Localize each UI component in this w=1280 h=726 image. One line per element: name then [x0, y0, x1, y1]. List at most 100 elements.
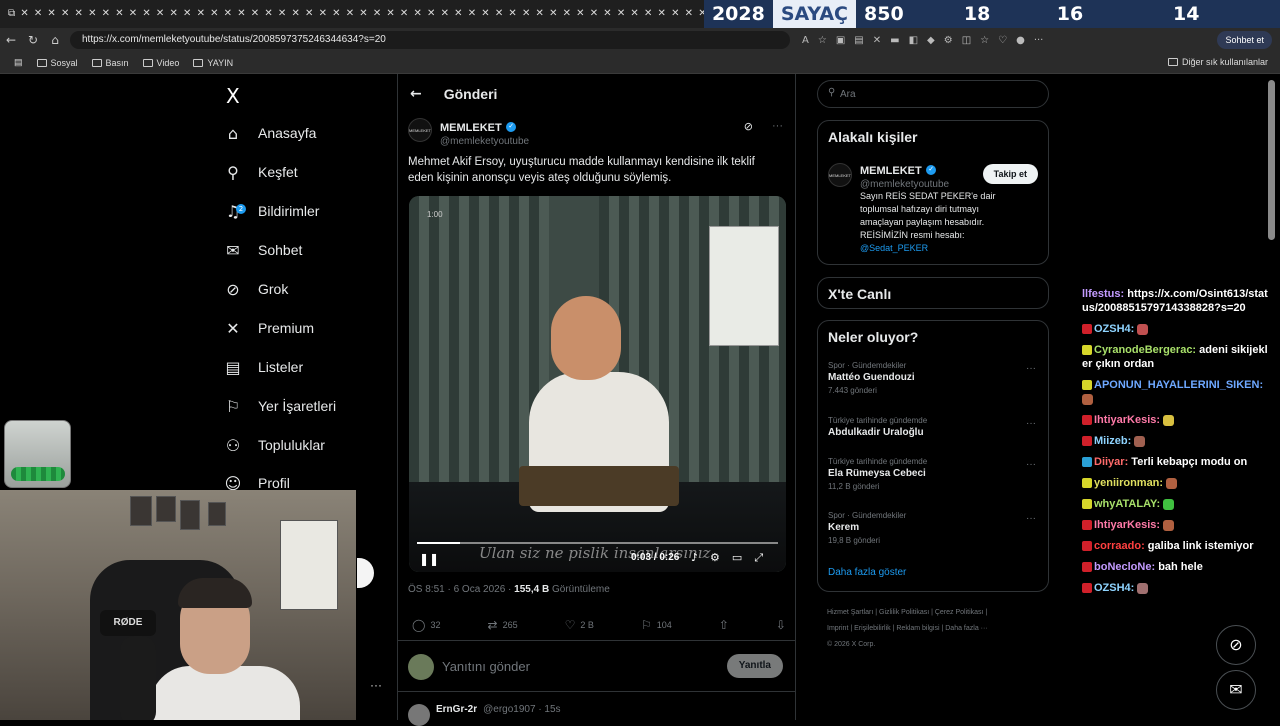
more-options-icon[interactable]: ··· [772, 120, 783, 132]
trend-item[interactable]: Türkiye tarihinde gündemde Abdulkadir Ur… [828, 416, 1038, 438]
reply-input[interactable]: Yanıtını gönder [442, 659, 530, 674]
trend-item[interactable]: Türkiye tarihinde gündemde Ela Rümeysa C… [828, 457, 1038, 491]
tab-icons[interactable]: ⧉ ✕ ✕ ✕ ✕ ✕ ✕ ✕ ✕ ✕ ✕ ✕ ✕ ✕ ✕ ✕ ✕ ✕ ✕ ✕ … [0, 0, 704, 28]
extension-icon[interactable]: ◆ [927, 35, 935, 46]
nav-item-explore[interactable]: ⚲ Keşfet [222, 153, 298, 191]
chat-message: OZSH4: [1082, 322, 1272, 336]
trend-item[interactable]: Spor · Gündemdekiler Mattéo Guendouzi 7.… [828, 361, 1038, 395]
trend-item[interactable]: Spor · Gündemdekiler Kerem 19,8 B gönder… [828, 511, 1038, 545]
home-browser-icon[interactable]: ⌂ [44, 33, 66, 47]
reply-button[interactable]: ◯ 32 [412, 618, 440, 632]
nav-item-chat[interactable]: ✉ Sohbet [222, 231, 302, 269]
refresh-icon[interactable]: ↻ [22, 33, 44, 47]
avatar[interactable] [408, 704, 430, 726]
x-logo-icon[interactable]: X [226, 84, 240, 108]
nav-item-bookmarks[interactable]: ⚐ Yer İşaretleri [222, 387, 336, 425]
x-icon: ✕ [226, 318, 240, 338]
extension-icon[interactable]: ▬ [890, 35, 899, 46]
share-button[interactable]: ⇧ [719, 618, 729, 632]
chat-username: CyranodeBergerac: [1094, 344, 1200, 356]
messages-fab-button[interactable]: ✉ [1216, 670, 1256, 710]
bookmark-folder[interactable]: Video [142, 58, 179, 68]
nav-item-lists[interactable]: ▤ Listeler [222, 348, 303, 386]
volume-icon[interactable]: ♪ [691, 551, 698, 565]
avatar[interactable]: MEMLEKET [828, 163, 852, 187]
other-bookmarks[interactable]: Diğer sık kullanılanlar [1167, 57, 1268, 67]
more-options-icon[interactable]: ··· [1026, 513, 1036, 524]
favorites-icon[interactable]: ☆ [980, 35, 989, 46]
footer-line[interactable]: Imprint | Erişilebilirlik | Reklam bilgi… [827, 621, 1047, 637]
related-handle: @memleketyoutube [860, 179, 950, 190]
author-handle[interactable]: @memleketyoutube [440, 136, 529, 147]
video-player[interactable]: 1:00 Ulan siz ne pislik insanlarsınız ❚❚… [409, 196, 786, 572]
more-options-icon[interactable]: ··· [1026, 459, 1036, 470]
bio-text: Sayın REİS SEDAT PEKER'e dair toplumsal … [860, 191, 996, 240]
reply-author-name[interactable]: ErnGr-2r [436, 704, 477, 726]
more-options-icon[interactable]: ··· [1026, 418, 1036, 429]
menu-icon[interactable]: ··· [1034, 35, 1044, 46]
avatar[interactable]: MEMLEKET [408, 118, 432, 142]
mail-icon: ✉ [226, 240, 240, 260]
pip-icon[interactable]: ▭ [732, 551, 742, 565]
collections-icon[interactable]: ▤ [14, 57, 23, 68]
chat-message: yeniironman: [1082, 476, 1272, 490]
nav-item-home[interactable]: ⌂ Anasayfa [222, 114, 316, 152]
counter-minutes: 16 Dakika [1048, 0, 1166, 53]
nav-item-premium[interactable]: ✕ Premium [222, 309, 314, 347]
back-arrow-icon[interactable]: ← [410, 86, 422, 102]
chat-text: bah hele [1158, 561, 1203, 573]
author-name[interactable]: MEMLEKET [440, 122, 502, 134]
grok-fab-button[interactable]: ⊘ [1216, 625, 1256, 665]
follow-button[interactable]: Takip et [982, 164, 1038, 184]
extension-icon[interactable]: ✕ [873, 35, 881, 46]
favorite-icon[interactable]: ☆ [818, 35, 827, 46]
collections-icon[interactable]: ♡ [998, 35, 1007, 46]
footer-line[interactable]: Hizmet Şartları | Gizlilik Politikası | … [827, 605, 1047, 621]
chat-username: OZSH4: [1094, 323, 1138, 335]
more-options-icon[interactable]: ··· [370, 678, 382, 692]
like-button[interactable]: ♡ 2 B [565, 618, 594, 632]
search-box[interactable]: ⚲ [817, 80, 1049, 108]
page-scrollbar[interactable] [1268, 80, 1275, 240]
more-options-icon[interactable]: ··· [1026, 363, 1036, 374]
extension-icon[interactable]: ▤ [854, 35, 863, 46]
bookmark-folder[interactable]: Sosyal [36, 58, 78, 68]
url-field[interactable]: https://x.com/memleketyoutube/status/200… [70, 31, 790, 49]
read-aloud-icon[interactable]: A [802, 35, 809, 46]
bio-link[interactable]: @Sedat_PEKER [860, 243, 928, 253]
back-icon[interactable]: ← [0, 33, 22, 47]
chat-text: galiba link istemiyor [1147, 540, 1254, 552]
settings-icon[interactable]: ⚙ [710, 551, 720, 565]
split-screen-icon[interactable]: ◫ [962, 35, 971, 46]
download-button[interactable]: ⇩ [776, 618, 786, 632]
repost-button[interactable]: ⇄ 265 [488, 618, 518, 632]
copilot-chat-button[interactable]: Sohbet et [1217, 31, 1272, 49]
bookmark-button[interactable]: ⚐ 104 [641, 618, 672, 632]
extension-icon[interactable]: ⚙ [944, 35, 953, 46]
bookmark-folder[interactable]: YAYIN [193, 58, 233, 68]
grok-explain-icon[interactable]: ⊘ [744, 120, 753, 133]
fullscreen-icon[interactable]: ⤢ [754, 551, 763, 565]
post-timestamp[interactable]: ÖS 8:51 · 6 Oca 2026 · [408, 584, 514, 595]
show-more-link[interactable]: Daha fazla göster [828, 567, 906, 578]
extension-icons: A ☆ ▣ ▤ ✕ ▬ ◧ ◆ ⚙ ◫ ☆ ♡ ● ··· [802, 35, 1043, 46]
reply-author-handle[interactable]: @ergo1907 · 15s [483, 704, 560, 726]
search-input[interactable] [840, 86, 1040, 102]
nav-item-grok[interactable]: ⊘ Grok [222, 270, 288, 308]
related-user[interactable]: MEMLEKET ✓ @memleketyoutube [860, 161, 949, 190]
profile-icon[interactable]: ● [1016, 35, 1025, 46]
video-progress-bar[interactable] [417, 542, 778, 544]
extension-icon[interactable]: ◧ [909, 35, 918, 46]
chat-badge-icon [1082, 562, 1092, 573]
post-author[interactable]: MEMLEKET MEMLEKET ✓ @memleketyoutube [408, 118, 529, 147]
gumball-bowl-overlay [4, 420, 71, 488]
extension-icon[interactable]: ▣ [836, 35, 845, 46]
reply-submit-button[interactable]: Yanıtla [726, 654, 783, 678]
nav-item-notifications[interactable]: ♫ 2 Bildirimler [222, 192, 320, 230]
pause-icon[interactable]: ❚❚ [419, 552, 439, 566]
bookmark-folder[interactable]: Basın [91, 58, 129, 68]
chat-message: APONUN_HAYALLERINI_SIKEN: [1082, 378, 1272, 406]
nav-item-communities[interactable]: ⚇ Topluluklar [222, 426, 325, 464]
chat-message: llfestus: https://x.com/Osint613/status/… [1082, 287, 1272, 315]
live-card[interactable]: X'te Canlı [817, 277, 1049, 309]
